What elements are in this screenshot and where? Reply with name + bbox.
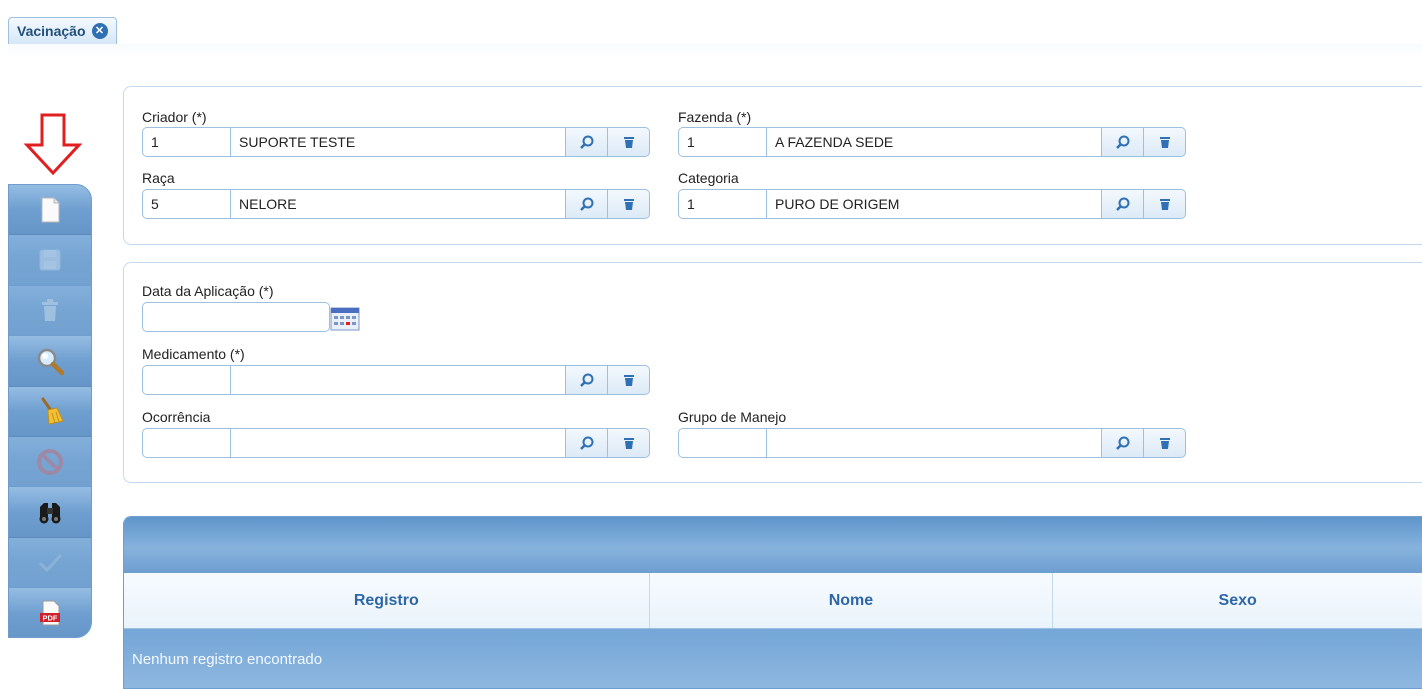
form-panel: Data da Aplicação (*) Medicamento (*) Oc… [123,262,1422,483]
fazenda-code-input[interactable] [678,127,767,157]
search-icon [579,436,593,450]
grupo-manejo-code-input[interactable] [678,428,767,458]
ocorrencia-code-input[interactable] [142,428,231,458]
new-button[interactable] [9,185,91,236]
delete-button[interactable] [9,285,91,337]
trash-icon [623,137,634,148]
fazenda-clear-button[interactable] [1144,127,1186,157]
filter-panel: Criador (*) Fazenda (*) Raça Categoria [123,86,1422,245]
cancel-button[interactable] [9,436,91,488]
grupo-manejo-clear-button[interactable] [1144,428,1186,458]
grupo-manejo-search-button[interactable] [1102,428,1144,458]
categoria-clear-button[interactable] [1144,189,1186,219]
pdf-icon: PDF [40,600,60,626]
grid-empty-message: Nenhum registro encontrado [124,629,1422,688]
binoculars-icon [39,503,61,524]
calendar-icon[interactable] [330,307,360,331]
data-aplicacao-label: Data da Aplicação (*) [142,283,274,299]
column-header-registro[interactable]: Registro [124,573,650,628]
raca-code-input[interactable] [142,189,231,219]
grupo-manejo-lookup [678,428,1186,458]
find-button[interactable] [9,487,91,538]
categoria-label: Categoria [678,170,739,186]
raca-label: Raça [142,170,175,186]
grupo-manejo-label: Grupo de Manejo [678,409,787,425]
new-document-icon [41,197,60,223]
checkmark-icon [38,554,63,573]
ocorrencia-search-button[interactable] [566,428,608,458]
medicamento-code-input[interactable] [142,365,231,395]
ocorrencia-desc-input[interactable] [231,428,566,458]
categoria-code-input[interactable] [678,189,767,219]
save-button[interactable] [9,235,91,286]
results-grid: Registro Nome Sexo Nenhum registro encon… [123,516,1422,689]
search-button[interactable] [9,336,91,387]
search-icon [1115,135,1129,149]
tab-content-top [8,44,1422,58]
confirm-button[interactable] [9,537,91,589]
tab-vacinacao[interactable]: Vacinação ✕ [8,17,117,45]
grid-column-headers: Registro Nome Sexo [124,573,1422,629]
medicamento-search-button[interactable] [566,365,608,395]
medicamento-label: Medicamento (*) [142,346,245,362]
trash-icon [1159,438,1170,449]
grupo-manejo-desc-input[interactable] [767,428,1102,458]
ocorrencia-clear-button[interactable] [608,428,650,458]
search-icon [1115,197,1129,211]
search-icon [1115,436,1129,450]
criador-label: Criador (*) [142,109,207,125]
medicamento-clear-button[interactable] [608,365,650,395]
save-disk-icon [39,249,61,271]
column-header-nome[interactable]: Nome [650,573,1054,628]
medicamento-desc-input[interactable] [231,365,566,395]
categoria-lookup [678,189,1186,219]
fazenda-search-button[interactable] [1102,127,1144,157]
search-icon [579,197,593,211]
fazenda-label: Fazenda (*) [678,109,752,125]
tab-label: Vacinação [17,23,86,39]
ocorrencia-lookup [142,428,650,458]
trash-icon [42,299,58,322]
categoria-search-button[interactable] [1102,189,1144,219]
fazenda-lookup [678,127,1186,157]
trash-icon [623,375,634,386]
clear-button[interactable] [9,386,91,437]
raca-lookup [142,189,650,219]
cancel-icon [37,448,63,475]
fazenda-desc-input[interactable] [767,127,1102,157]
action-toolbar: PDF [8,184,92,638]
raca-desc-input[interactable] [231,189,566,219]
search-icon [579,135,593,149]
data-aplicacao-input[interactable] [142,302,330,332]
raca-clear-button[interactable] [608,189,650,219]
criador-code-input[interactable] [142,127,231,157]
criador-clear-button[interactable] [608,127,650,157]
raca-search-button[interactable] [566,189,608,219]
trash-icon [623,199,634,210]
column-header-sexo[interactable]: Sexo [1053,573,1422,628]
ocorrencia-label: Ocorrência [142,409,211,425]
pdf-button[interactable]: PDF [9,588,91,637]
grid-header-bar [124,517,1422,573]
arrow-down-icon [24,113,82,175]
medicamento-lookup [142,365,650,395]
search-icon [579,373,593,387]
trash-icon [1159,137,1170,148]
criador-desc-input[interactable] [231,127,566,157]
categoria-desc-input[interactable] [767,189,1102,219]
close-circle-icon[interactable]: ✕ [91,23,108,39]
svg-text:PDF: PDF [43,614,58,623]
broom-icon [41,397,64,425]
magnifier-icon [37,348,65,376]
trash-icon [623,438,634,449]
criador-search-button[interactable] [566,127,608,157]
trash-icon [1159,199,1170,210]
criador-lookup [142,127,650,157]
